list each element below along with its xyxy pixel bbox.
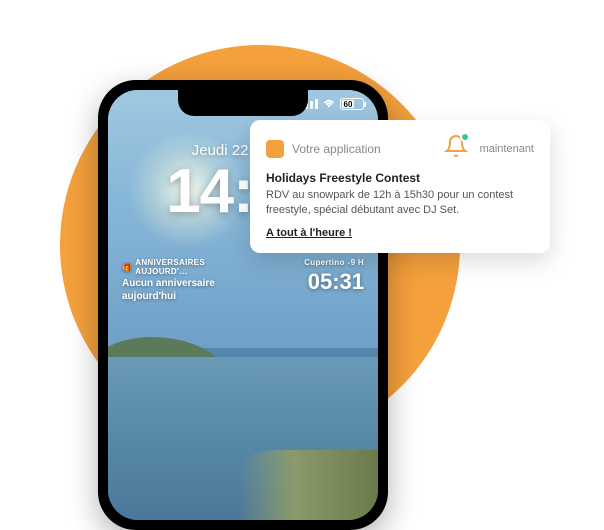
worldclock-offset: -9 H — [348, 258, 364, 267]
widget-birthdays-title: ANNIVERSAIRES AUJOURD'… — [135, 258, 243, 276]
notification-cta[interactable]: A tout à l'heure ! — [266, 227, 534, 239]
notification-body: RDV au snowpark de 12h à 15h30 pour un c… — [266, 188, 534, 219]
worldclock-city: Cupertino — [304, 258, 344, 267]
status-bar: 60 — [300, 98, 364, 110]
widget-worldclock[interactable]: Cupertino -9 H 05:31 — [243, 258, 364, 303]
notification-time: maintenant — [480, 143, 534, 155]
notification-app-name: Votre application — [292, 142, 436, 156]
worldclock-time: 05:31 — [243, 269, 364, 295]
wifi-icon — [322, 99, 336, 109]
notification-title: Holidays Freestyle Contest — [266, 171, 534, 185]
notification-card[interactable]: Votre application maintenant Holidays Fr… — [250, 120, 550, 253]
widget-birthdays[interactable]: 🎁 ANNIVERSAIRES AUJOURD'… Aucun annivers… — [122, 258, 243, 303]
battery-level: 60 — [342, 100, 354, 108]
battery-icon: 60 — [340, 98, 364, 110]
widget-birthdays-body: Aucun anniversaire aujourd'hui — [122, 277, 243, 303]
gift-icon: 🎁 — [122, 263, 132, 272]
phone-notch — [178, 90, 308, 116]
bell-icon — [444, 134, 468, 163]
notification-dot-icon — [460, 132, 470, 142]
app-icon — [266, 140, 284, 158]
